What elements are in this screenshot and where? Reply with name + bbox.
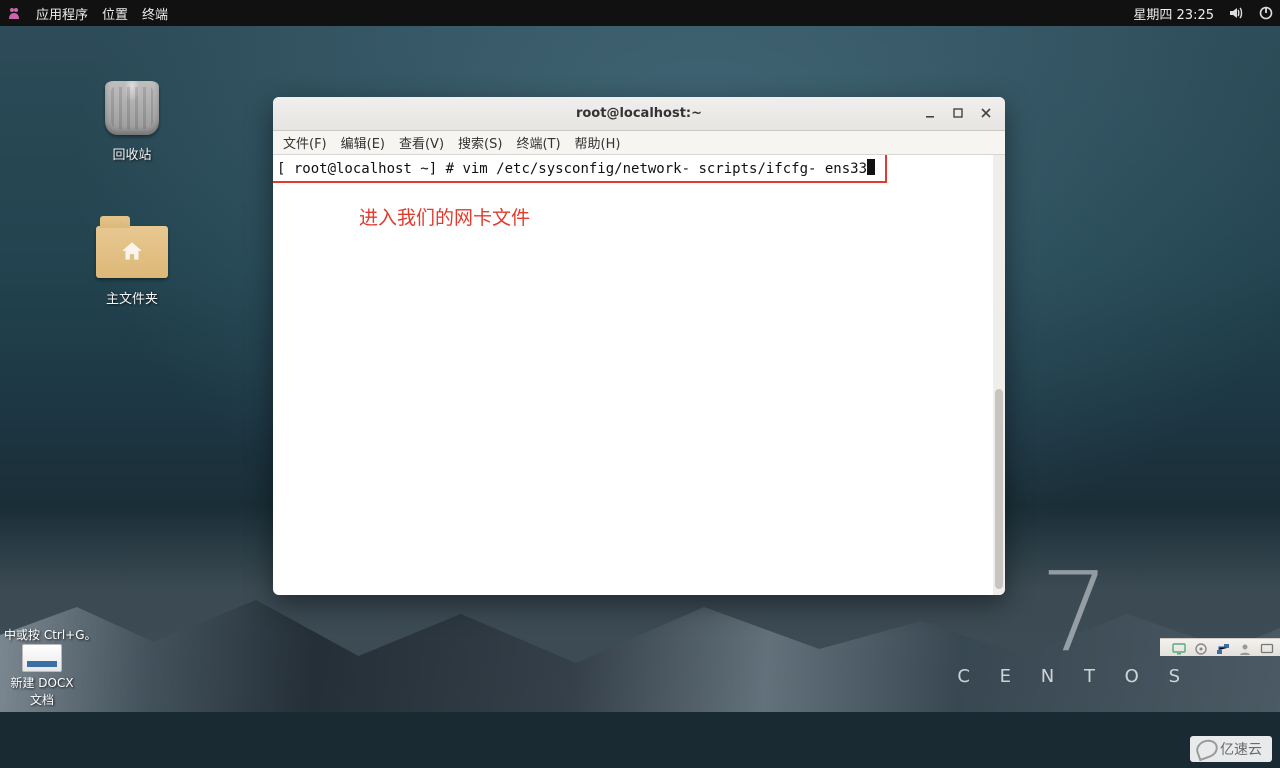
terminal-command: vim /etc/sysconfig/network- scripts/ifcf… [462, 161, 867, 177]
activities-icon[interactable] [6, 5, 22, 21]
docx-label-line2: 文档 [2, 691, 82, 708]
centos-label: C E N T O S [957, 666, 1192, 687]
panel-datetime[interactable]: 星期四 23:25 [1133, 4, 1214, 23]
menu-terminal[interactable]: 终端 [142, 4, 168, 23]
terminal-cursor [867, 159, 875, 175]
tray-message-icon[interactable] [1260, 641, 1274, 655]
folder-icon [96, 226, 168, 278]
terminal-menubar: 文件(F) 编辑(E) 查看(V) 搜索(S) 终端(T) 帮助(H) [273, 131, 1005, 155]
terminal-line-1: [ root@localhost ~] # vim /etc/sysconfig… [277, 159, 875, 177]
menu-search[interactable]: 搜索(S) [458, 133, 502, 152]
tray-user-icon[interactable] [1238, 641, 1252, 655]
desktop-icon-new-docx[interactable]: 中或按 Ctrl+G。 新建 DOCX 文档 [2, 644, 82, 708]
terminal-prompt: [ root@localhost ~] # [277, 161, 462, 177]
window-close-button[interactable] [973, 101, 999, 125]
menu-applications[interactable]: 应用程序 [36, 4, 88, 23]
window-title: root@localhost:~ [576, 106, 702, 121]
desktop-icon-trash-label: 回收站 [82, 144, 182, 163]
docx-icon [22, 644, 62, 672]
status-hint-text: 中或按 Ctrl+G。 [4, 626, 97, 643]
menu-places[interactable]: 位置 [102, 4, 128, 23]
top-panel: 应用程序 位置 终端 星期四 23:25 [0, 0, 1280, 26]
terminal-window: root@localhost:~ 文件(F) 编辑(E) 查看(V) 搜索(S)… [273, 97, 1005, 595]
trash-icon [105, 81, 159, 135]
desktop: 7 C E N T O S 回收站 主文件夹 root@localhost:~ [0, 26, 1280, 712]
terminal-scrollbar-thumb[interactable] [995, 389, 1003, 589]
terminal-scrollbar[interactable] [993, 155, 1005, 595]
menu-file[interactable]: 文件(F) [283, 133, 327, 152]
window-maximize-button[interactable] [945, 101, 971, 125]
annotation-text: 进入我们的网卡文件 [359, 203, 530, 230]
menu-help[interactable]: 帮助(H) [575, 133, 621, 152]
tray-display-icon[interactable] [1172, 641, 1186, 655]
menu-terminal-drop[interactable]: 终端(T) [516, 133, 560, 152]
desktop-icon-home[interactable]: 主文件夹 [82, 222, 182, 307]
tray-disc-icon[interactable] [1194, 641, 1208, 655]
desktop-icon-trash[interactable]: 回收站 [82, 78, 182, 163]
power-icon[interactable] [1258, 5, 1274, 21]
menu-edit[interactable]: 编辑(E) [341, 133, 385, 152]
volume-icon[interactable] [1228, 5, 1244, 21]
home-icon [96, 226, 168, 278]
docx-label-line1: 新建 DOCX [2, 674, 82, 691]
watermark-text: 亿速云 [1220, 739, 1262, 759]
terminal-body[interactable]: [ root@localhost ~] # vim /etc/sysconfig… [273, 155, 1005, 595]
desktop-icon-home-label: 主文件夹 [82, 288, 182, 307]
window-titlebar[interactable]: root@localhost:~ [273, 97, 1005, 131]
watermark: 亿速云 [1190, 736, 1272, 762]
menu-view[interactable]: 查看(V) [399, 133, 444, 152]
bottom-tray [1160, 638, 1280, 656]
tray-network-icon[interactable] [1216, 641, 1230, 655]
window-minimize-button[interactable] [917, 101, 943, 125]
